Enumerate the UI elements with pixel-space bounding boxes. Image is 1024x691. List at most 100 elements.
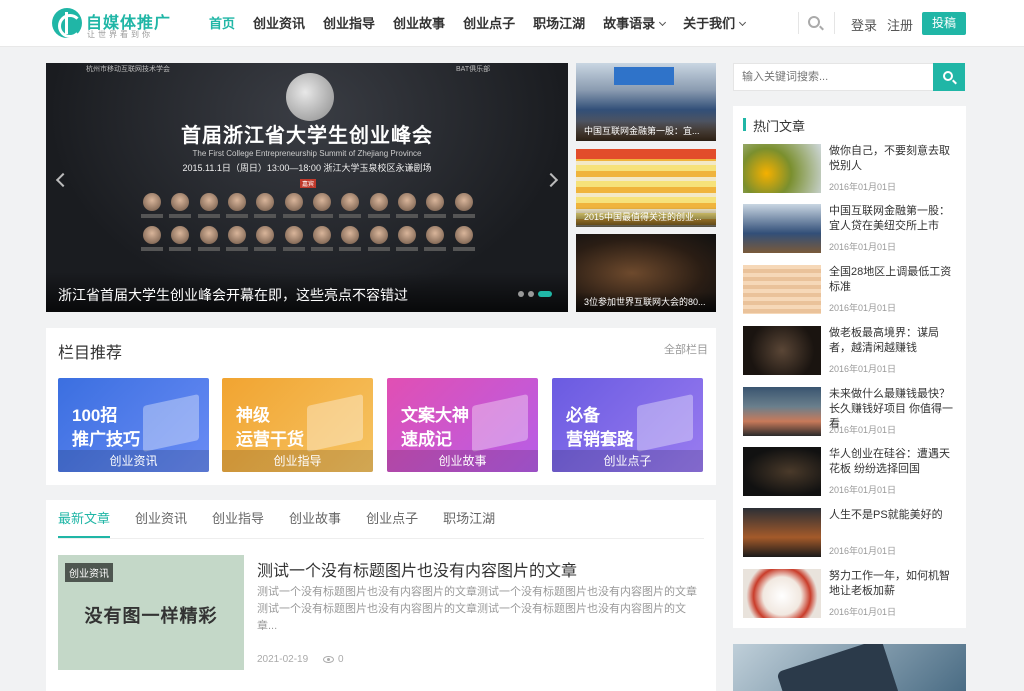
hero-poster-title: 首届浙江省大学生创业峰会 <box>181 125 433 147</box>
hero-caption[interactable]: 浙江省首届大学生创业峰会开幕在即，这些亮点不容错过 <box>58 285 408 305</box>
hot-article-thumbnail[interactable] <box>743 144 821 193</box>
speaker-portrait <box>336 193 364 218</box>
hot-article-title[interactable]: 人生不是PS就能美好的 <box>829 508 959 523</box>
speaker-caption-bar <box>452 247 475 251</box>
hot-article-item[interactable]: 做你自己，不要刻意去取悦别人 2016年01月01日 <box>743 144 958 196</box>
search-icon[interactable] <box>808 16 820 28</box>
speaker-head <box>171 193 190 211</box>
article-date: 2021-02-19 <box>257 654 309 665</box>
nav-item-startup-news[interactable]: 创业资讯 <box>244 0 314 47</box>
hot-article-item[interactable]: 做老板最高境界：谋局者，越清闲越赚钱 2016年01月01日 <box>743 326 958 378</box>
all-columns-link[interactable]: 全部栏目 <box>664 341 708 357</box>
speaker-caption-bar <box>226 214 249 218</box>
column-tile-startup-news[interactable]: 100招 推广技巧 创业资讯 <box>58 378 209 472</box>
tile-illustration <box>472 394 528 452</box>
hot-articles-card: 热门文章 做你自己，不要刻意去取悦别人 2016年01月01日 中国互联网金融第… <box>733 106 966 628</box>
speaker-portrait <box>336 226 364 251</box>
slider-dot[interactable] <box>518 291 524 297</box>
hot-article-title[interactable]: 做你自己，不要刻意去取悦别人 <box>829 144 959 174</box>
tab-startup-stories[interactable]: 创业故事 <box>289 500 341 538</box>
slider-dot-active[interactable] <box>538 291 552 297</box>
hot-article-thumbnail[interactable] <box>743 326 821 375</box>
login-link[interactable]: 登录 <box>851 15 877 34</box>
column-tile-startup-ideas[interactable]: 必备 营销套路 创业点子 <box>552 378 703 472</box>
tab-startup-news[interactable]: 创业资讯 <box>135 500 187 538</box>
search-input[interactable] <box>733 63 933 91</box>
speaker-head <box>256 226 275 244</box>
speaker-caption-bar <box>339 214 362 218</box>
tile-label: 创业资讯 <box>58 450 209 472</box>
hot-article-item[interactable]: 未来做什么最赚钱最快？长久赚钱好项目 你值得一看 2016年01月01日 <box>743 387 958 439</box>
hero-slider[interactable]: 杭州市移动互联网技术学会 BAT俱乐部 首届浙江省大学生创业峰会 The Fir… <box>46 63 568 312</box>
speaker-head <box>256 193 275 211</box>
site-logo[interactable]: 自媒体推广 让世界看到你 <box>52 8 182 40</box>
hot-article-thumbnail[interactable] <box>743 508 821 557</box>
nav-item-workplace[interactable]: 职场江湖 <box>524 0 594 47</box>
speaker-head <box>199 226 218 244</box>
register-link[interactable]: 注册 <box>887 15 913 34</box>
column-recommend-card: 栏目推荐 全部栏目 100招 推广技巧 创业资讯 神级 运营干货 创业指导 文案大神… <box>46 328 716 485</box>
speaker-caption-bar <box>197 247 220 251</box>
hot-article-title[interactable]: 努力工作一年，如何机智地让老板加薪 <box>829 569 959 599</box>
column-tile-startup-guide[interactable]: 神级 运营干货 创业指导 <box>222 378 373 472</box>
article-thumbnail[interactable]: 创业资讯 没有图一样精彩 <box>58 555 244 670</box>
view-count: 0 <box>338 654 344 665</box>
hot-article-item[interactable]: 努力工作一年，如何机智地让老板加薪 2016年01月01日 <box>743 569 958 621</box>
chevron-down-icon <box>659 18 667 27</box>
hot-article-title[interactable]: 做老板最高境界：谋局者，越清闲越赚钱 <box>829 326 959 356</box>
hot-article-thumbnail[interactable] <box>743 204 821 253</box>
hot-article-date: 2016年01月01日 <box>829 242 897 252</box>
tab-latest[interactable]: 最新文章 <box>58 500 111 538</box>
nav-item-about-us[interactable]: 关于我们 <box>674 0 754 47</box>
hot-article-item[interactable]: 华人创业在硅谷：遭遇天花板 纷纷选择回国 2016年01月01日 <box>743 447 958 499</box>
tile-headline: 必备 营销套路 <box>566 406 634 449</box>
hot-article-thumbnail[interactable] <box>743 265 821 314</box>
category-badge[interactable]: 创业资讯 <box>65 563 113 582</box>
nav-item-startup-ideas[interactable]: 创业点子 <box>454 0 524 47</box>
tab-startup-ideas[interactable]: 创业点子 <box>366 500 418 538</box>
tile-illustration <box>637 394 693 452</box>
search-button[interactable] <box>933 63 965 91</box>
speaker-head <box>426 226 445 244</box>
tab-startup-guide[interactable]: 创业指导 <box>212 500 264 538</box>
tile-label: 创业故事 <box>387 450 538 472</box>
hot-article-title[interactable]: 华人创业在硅谷：遭遇天花板 纷纷选择回国 <box>829 447 959 477</box>
title-accent-bar <box>743 118 746 131</box>
speaker-head <box>228 193 247 211</box>
nav-item-home[interactable]: 首页 <box>200 0 244 47</box>
hot-article-thumbnail[interactable] <box>743 569 821 618</box>
contribute-button[interactable]: 投稿 <box>922 12 966 35</box>
hot-article-item[interactable]: 人生不是PS就能美好的 2016年01月01日 <box>743 508 958 560</box>
slider-dot[interactable] <box>528 291 534 297</box>
column-tile-startup-stories[interactable]: 文案大神 速成记 创业故事 <box>387 378 538 472</box>
hot-article-date: 2016年01月01日 <box>829 182 897 192</box>
hot-article-date: 2016年01月01日 <box>829 546 897 556</box>
speaker-portrait <box>421 226 449 251</box>
tile-headline: 100招 推广技巧 <box>72 406 140 449</box>
speaker-portrait <box>195 193 223 218</box>
nav-item-story-quotes[interactable]: 故事语录 <box>594 0 674 47</box>
hot-article-title[interactable]: 中国互联网金融第一股：宜人贷在美纽交所上市 <box>829 204 959 234</box>
hot-article-thumbnail[interactable] <box>743 447 821 496</box>
article-title[interactable]: 测试一个没有标题图片也没有内容图片的文章 <box>257 557 577 581</box>
hot-article-item[interactable]: 全国28地区上调最低工资标准 2016年01月01日 <box>743 265 958 317</box>
logo-mark-icon <box>52 8 82 38</box>
nav-item-startup-guide[interactable]: 创业指导 <box>314 0 384 47</box>
side-post-1[interactable]: 中国互联网金融第一股：宜... <box>576 63 716 141</box>
hot-article-title[interactable]: 全国28地区上调最低工资标准 <box>829 265 959 295</box>
side-post-2[interactable]: 2015中国最值得关注的创业... <box>576 149 716 227</box>
nav-item-startup-stories[interactable]: 创业故事 <box>384 0 454 47</box>
hot-article-item[interactable]: 中国互联网金融第一股：宜人贷在美纽交所上市 2016年01月01日 <box>743 204 958 256</box>
speaker-portrait <box>223 193 251 218</box>
hot-article-date: 2016年01月01日 <box>829 425 897 435</box>
side-post-3[interactable]: 3位参加世界互联网大会的80... <box>576 234 716 312</box>
speaker-portrait <box>365 226 393 251</box>
tab-workplace[interactable]: 职场江湖 <box>443 500 495 538</box>
sidebar-ad-banner[interactable] <box>733 644 966 691</box>
tile-headline: 文案大神 速成记 <box>401 406 469 449</box>
speaker-head <box>171 226 190 244</box>
speaker-caption-bar <box>452 214 475 218</box>
speaker-head <box>284 226 303 244</box>
hot-article-thumbnail[interactable] <box>743 387 821 436</box>
speaker-caption-bar <box>141 214 164 218</box>
